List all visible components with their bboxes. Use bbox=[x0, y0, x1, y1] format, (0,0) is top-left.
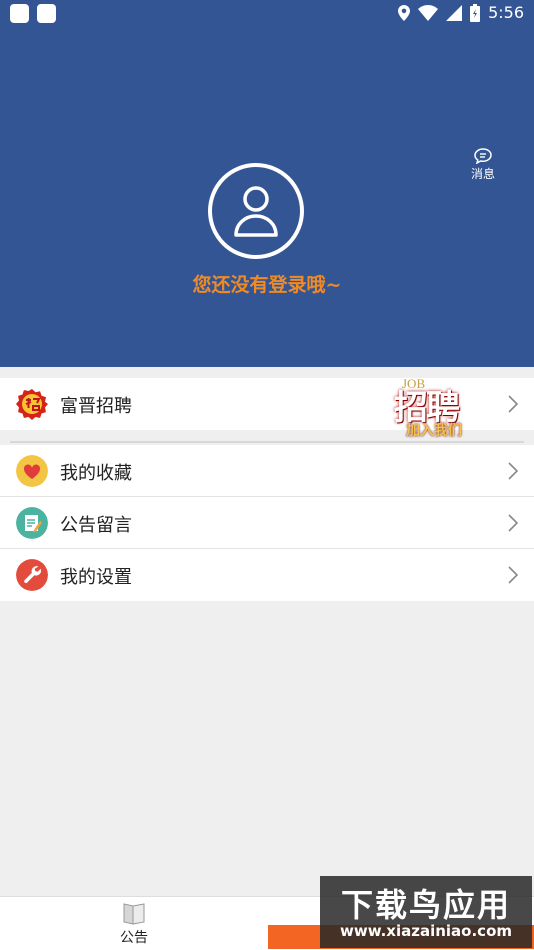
menu-item-favorites[interactable]: 我的收藏 bbox=[0, 445, 534, 497]
status-time: 5:56 bbox=[488, 3, 524, 22]
chevron-right-icon bbox=[508, 395, 518, 413]
status-icons: 5:56 bbox=[398, 3, 524, 22]
status-bar: 5:56 bbox=[0, 0, 534, 28]
login-prompt[interactable]: 您还没有登录哦~ bbox=[0, 270, 534, 297]
section-divider bbox=[10, 441, 524, 443]
chat-bubble-icon bbox=[474, 148, 492, 164]
banner-subtitle: 加入我们 bbox=[406, 423, 462, 439]
recruitment-banner[interactable]: JOB 招聘 加入我们 bbox=[384, 376, 484, 439]
notification-icons bbox=[10, 4, 56, 23]
signal-icon bbox=[446, 4, 463, 21]
menu-item-label: 我的设置 bbox=[60, 567, 132, 588]
wrench-icon bbox=[16, 559, 48, 591]
watermark-title: 下载鸟应用 bbox=[340, 886, 511, 924]
watermark: 下载鸟应用 www.xiazainiao.com bbox=[320, 876, 532, 948]
wifi-icon bbox=[418, 4, 439, 21]
menu-item-label: 公告留言 bbox=[60, 515, 132, 536]
location-icon bbox=[398, 4, 411, 21]
chevron-right-icon bbox=[508, 566, 518, 584]
chevron-right-icon bbox=[508, 514, 518, 532]
watermark-url: www.xiazainiao.com bbox=[339, 922, 513, 940]
message-label: 消息 bbox=[470, 167, 495, 181]
heart-icon bbox=[16, 455, 48, 487]
tab-announcements[interactable]: 公告 bbox=[104, 901, 164, 947]
menu-list: 我的收藏 公告留言 我的设置 bbox=[0, 445, 534, 601]
menu-item-settings[interactable]: 我的设置 bbox=[0, 549, 534, 601]
battery-icon bbox=[470, 3, 481, 22]
menu-item-messages[interactable]: 公告留言 bbox=[0, 497, 534, 549]
menu-item-label: 我的收藏 bbox=[60, 463, 132, 484]
user-icon bbox=[234, 186, 278, 237]
chevron-right-icon bbox=[508, 462, 518, 480]
avatar[interactable] bbox=[208, 163, 304, 259]
document-icon bbox=[123, 903, 145, 925]
tab-label: 公告 bbox=[120, 930, 148, 946]
recruitment-label: 富晋招聘 bbox=[60, 396, 132, 417]
message-button[interactable]: 消息 bbox=[468, 148, 498, 182]
notification-icon bbox=[37, 4, 56, 23]
note-icon bbox=[16, 507, 48, 539]
recruit-badge-icon bbox=[16, 389, 48, 420]
notification-icon bbox=[10, 4, 29, 23]
